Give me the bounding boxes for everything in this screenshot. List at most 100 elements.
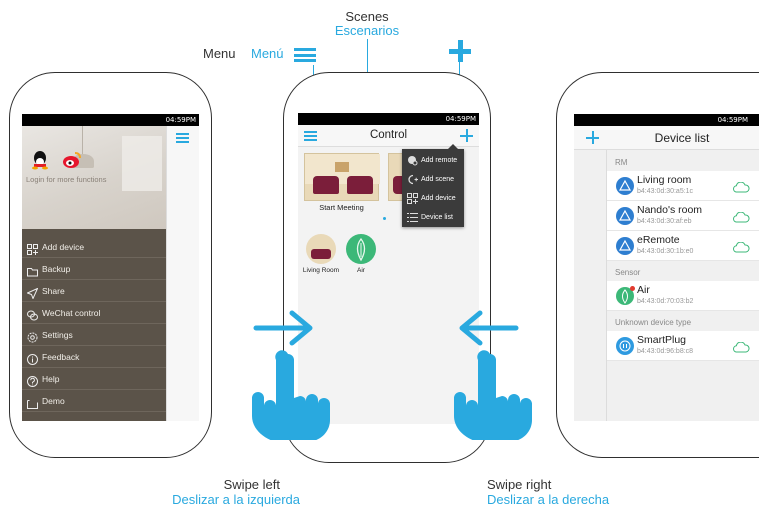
demo-icon: [27, 395, 38, 409]
menu-label-es: Menú: [251, 46, 284, 61]
menu-header: Login for more functions: [22, 126, 166, 229]
plug-device-icon: [616, 337, 634, 355]
send-icon: [26, 285, 39, 300]
menu-item-feedback[interactable]: Feedback: [22, 346, 166, 368]
menu-item-wechat-control[interactable]: WeChat control: [22, 302, 166, 324]
left-phone: 04:59PM Login for more functions Add dev…: [9, 72, 212, 458]
menu-item-add-device[interactable]: Add device: [22, 236, 166, 258]
device-label: Living Room: [302, 267, 340, 274]
swipe-left-label-es: Deslizar a la izquierda: [172, 492, 300, 507]
menu-item-demo[interactable]: Demo: [22, 390, 166, 412]
rm-device-icon: [616, 207, 634, 225]
section-label-sensor: Sensor: [615, 268, 641, 277]
device-row-eremote[interactable]: eRemote b4:43:0d:30:1b:e0: [607, 231, 759, 261]
page-indicator-dot: [383, 217, 386, 220]
device-row-living-room[interactable]: Living room b4:43:0d:30:a5:1c: [607, 171, 759, 201]
device-mac: b4:43:0d:30:1b:e0: [637, 248, 694, 255]
grid-plus-icon: [27, 241, 38, 255]
add-dropdown-menu: Add remote Add scene Add device Device l…: [402, 144, 464, 227]
qq-icon[interactable]: [31, 150, 49, 170]
help-icon: [27, 373, 38, 387]
page-title: Device list: [654, 131, 710, 145]
info-icon: [27, 351, 38, 365]
offline-dot: [630, 286, 635, 291]
cloud-icon: [732, 240, 750, 258]
rm-device-icon: [616, 177, 634, 195]
scene-card-start-meeting[interactable]: Start Meeting: [304, 153, 380, 213]
device-row-smartplug[interactable]: SmartPlug b4:43:0d:96:b8:c8: [607, 331, 759, 361]
dropdown-add-device[interactable]: Add device: [402, 189, 464, 208]
menu-item-label: Backup: [42, 264, 71, 274]
add-plus-icon[interactable]: [460, 129, 473, 142]
gear-icon: [27, 329, 38, 343]
device-name: SmartPlug: [637, 334, 687, 346]
swipe-right-arrow-icon: [456, 308, 520, 348]
plus-big-icon: [449, 40, 471, 62]
page-title: Control: [369, 129, 408, 141]
device-name: Living room: [637, 174, 692, 186]
device-mac: b4:43:0d:96:b8:c8: [637, 348, 694, 355]
underlying-page-strip[interactable]: [166, 126, 199, 421]
add-plus-icon[interactable]: [586, 131, 599, 144]
dropdown-device-list[interactable]: Device list: [402, 208, 464, 227]
device-row-air[interactable]: Air b4:43:0d:70:03:b2: [607, 281, 759, 311]
device-mac: b4:43:0d:30:af:eb: [637, 218, 692, 225]
menu-item-label: Add device: [42, 242, 85, 252]
swipe-left-arrow-icon: [252, 308, 316, 348]
rm-device-icon: [616, 237, 634, 255]
status-bar: 04:59PM: [22, 114, 199, 126]
device-list: RM Living room b4:43:0d:30:a5:1c Nando's…: [607, 150, 759, 421]
scenes-label-en: Scenes: [345, 9, 389, 24]
weibo-icon[interactable]: [62, 150, 82, 170]
section-label-unknown: Unknown device type: [615, 318, 692, 327]
swipe-right-label-en: Swipe right: [487, 477, 552, 492]
device-mac: b4:43:0d:70:03:b2: [637, 298, 694, 305]
device-label: Air: [357, 267, 365, 274]
menu-item-label: WeChat control: [42, 308, 101, 318]
menu-item-backup[interactable]: Backup: [22, 258, 166, 280]
right-phone: 04:59PM Device list RM Living room b4:43…: [556, 72, 759, 458]
swipe-left-label-en: Swipe left: [223, 477, 280, 492]
dropdown-arrow: [448, 144, 458, 149]
hand-left-icon: [242, 350, 332, 442]
menu-item-label: Settings: [42, 330, 73, 340]
device-name: Air: [637, 284, 650, 296]
menu-item-label: Feedback: [42, 352, 80, 362]
swipe-right-label-es: Deslizar a la derecha: [487, 492, 610, 507]
menu-item-help[interactable]: Help: [22, 368, 166, 390]
device-row-nandos-room[interactable]: Nando's room b4:43:0d:30:af:eb: [607, 201, 759, 231]
cloud-icon: [732, 180, 750, 198]
scenes-label-es: Escenarios: [334, 23, 400, 38]
menu-item-label: Share: [42, 286, 65, 296]
menu-item-share[interactable]: Share: [22, 280, 166, 302]
dropdown-add-remote[interactable]: Add remote: [402, 151, 464, 170]
device-mac: b4:43:0d:30:a5:1c: [637, 188, 694, 195]
device-air[interactable]: Air: [344, 234, 378, 278]
right-screen: 04:59PM Device list RM Living room b4:43…: [574, 114, 759, 421]
list-icon: [407, 212, 418, 231]
menu-item-label: Help: [42, 374, 60, 384]
section-label-rm: RM: [615, 158, 628, 167]
login-prompt[interactable]: Login for more functions: [26, 175, 106, 184]
menu-item-label: Demo: [42, 396, 65, 406]
cloud-icon: [732, 340, 750, 358]
wechat-icon: [27, 307, 38, 321]
scene-label: Start Meeting: [319, 203, 364, 212]
side-menu: Login for more functions Add device Back…: [22, 126, 166, 421]
menu-label-en: Menu: [203, 46, 236, 61]
hand-right-icon: [444, 350, 534, 442]
hamburger-big-icon: [294, 48, 316, 62]
status-bar: 04:59PM: [298, 113, 479, 125]
dropdown-add-scene[interactable]: Add scene: [402, 170, 464, 189]
living-room-thumb: [306, 234, 336, 264]
cloud-icon: [732, 210, 750, 228]
left-screen: 04:59PM Login for more functions Add dev…: [22, 114, 199, 421]
device-name: Nando's room: [637, 204, 703, 216]
hamburger-icon[interactable]: [176, 133, 189, 143]
air-sensor-icon: [346, 234, 376, 264]
status-bar: 04:59PM: [574, 114, 759, 126]
device-living-room[interactable]: Living Room: [303, 234, 339, 278]
menu-item-settings[interactable]: Settings: [22, 324, 166, 346]
folder-icon: [27, 263, 38, 277]
device-list-header: Device list: [574, 126, 759, 150]
